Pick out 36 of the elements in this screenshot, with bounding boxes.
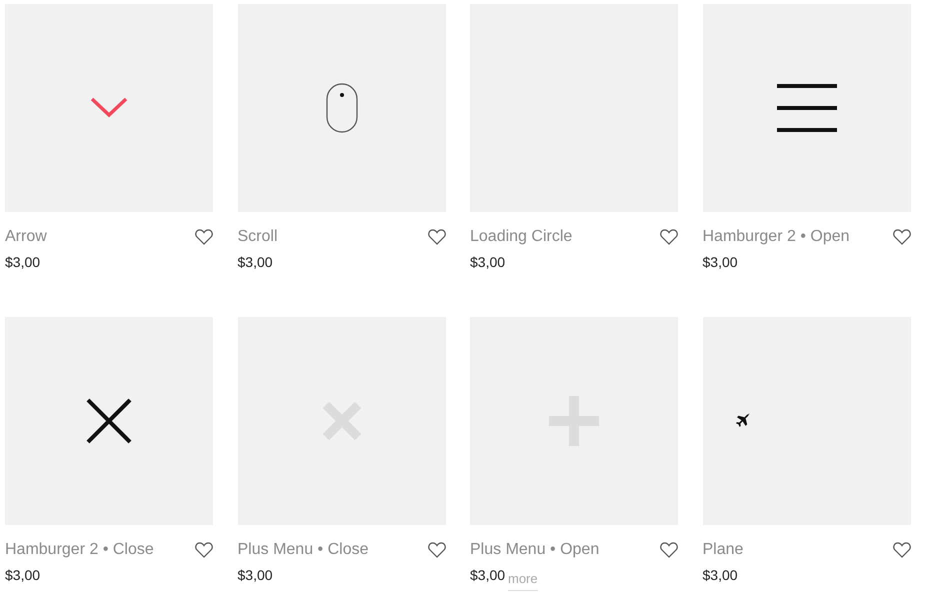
heart-icon[interactable]: [428, 229, 446, 245]
product-price: $3,00: [470, 567, 506, 583]
product-price: $3,00: [702, 567, 738, 583]
heart-icon[interactable]: [660, 542, 678, 558]
mouse-icon: [326, 83, 358, 133]
menu-icon: [776, 84, 836, 132]
product-thumbnail[interactable]: [702, 4, 910, 212]
product-price: $3,00: [5, 567, 40, 583]
heart-icon[interactable]: [195, 229, 213, 245]
product-title[interactable]: Plus Menu • Open: [470, 541, 600, 559]
product-price: $3,00: [238, 567, 273, 583]
product-title[interactable]: Arrow: [5, 228, 47, 246]
product-price: $3,00: [702, 254, 738, 270]
product-price: $3,00: [5, 254, 40, 270]
chevron-icon: [90, 97, 128, 119]
product-thumbnail[interactable]: [238, 4, 446, 212]
product-thumbnail[interactable]: [238, 317, 446, 525]
product-thumbnail[interactable]: [5, 317, 213, 525]
heart-icon[interactable]: [195, 542, 213, 558]
product-title[interactable]: Scroll: [238, 228, 278, 246]
heart-icon[interactable]: [892, 542, 910, 558]
product-title[interactable]: Loading Circle: [470, 228, 572, 246]
product-title[interactable]: Hamburger 2 • Open: [702, 228, 850, 246]
product-title[interactable]: Plane: [702, 541, 744, 559]
product-thumbnail[interactable]: [702, 317, 910, 525]
heart-icon[interactable]: [428, 542, 446, 558]
product-price: $3,00: [470, 254, 506, 270]
close-icon: [86, 398, 132, 444]
heart-icon[interactable]: [892, 229, 910, 245]
product-title[interactable]: Plus Menu • Close: [238, 541, 368, 559]
product-title[interactable]: Hamburger 2 • Close: [5, 541, 154, 559]
product-thumbnail[interactable]: [470, 317, 678, 525]
load-more-link[interactable]: more: [508, 571, 538, 591]
heart-icon[interactable]: [660, 229, 678, 245]
product-price: $3,00: [238, 254, 273, 270]
product-thumbnail[interactable]: [5, 4, 213, 212]
